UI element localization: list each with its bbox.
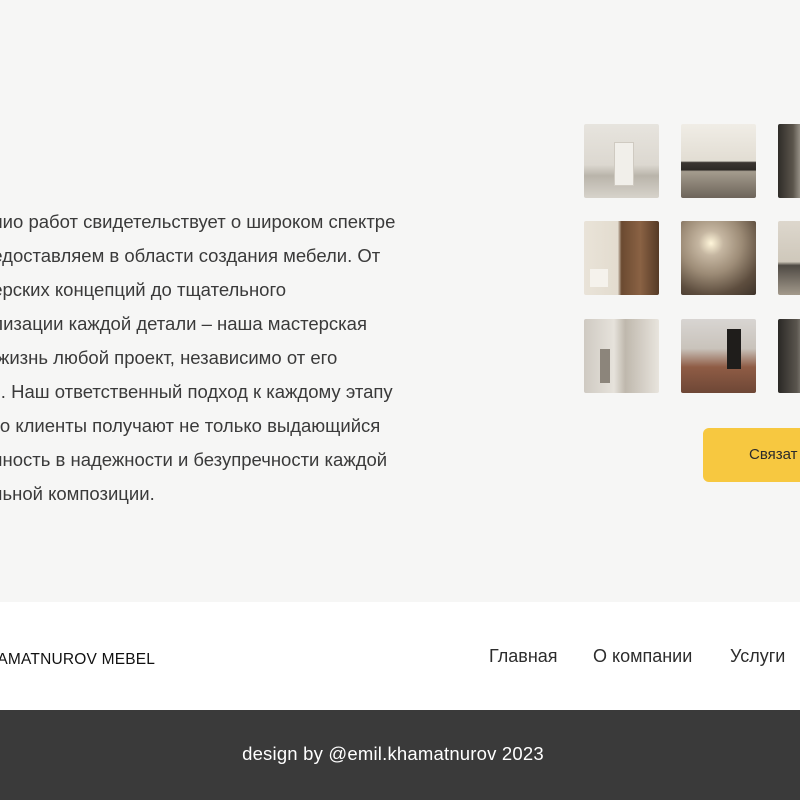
description-line: ти. Наш ответственный подход к каждому э… <box>0 381 393 402</box>
gallery-thumbnail-4[interactable] <box>584 221 659 295</box>
gallery-thumbnail-1[interactable] <box>584 124 659 198</box>
page: олио работ свидетельствует о широком спе… <box>0 0 800 800</box>
gallery-thumbnail-3[interactable] <box>778 124 800 198</box>
gallery-thumbnail-7[interactable] <box>584 319 659 393</box>
gallery-thumbnail-5[interactable] <box>681 221 756 295</box>
contact-button[interactable]: Связат <box>703 428 800 482</box>
nav-link-services[interactable]: Услуги <box>730 646 785 667</box>
portfolio-section: олио работ свидетельствует о широком спе… <box>0 0 800 602</box>
description-line: ельной композиции. <box>0 483 155 504</box>
gallery-thumbnail-8[interactable] <box>681 319 756 393</box>
description-line: ализации каждой детали – наша мастерская <box>0 313 367 334</box>
gallery-thumbnail-2[interactable] <box>681 124 756 198</box>
nav-link-about[interactable]: О компании <box>593 646 692 667</box>
description-line: олио работ свидетельствует о широком спе… <box>0 211 396 232</box>
gallery-thumbnail-6[interactable] <box>778 221 800 295</box>
gallery-thumbnail-9[interactable] <box>778 319 800 393</box>
portfolio-description: олио работ свидетельствует о широком спе… <box>0 205 502 511</box>
footer-credit: design by @emil.khamatnurov 2023 <box>242 743 544 764</box>
description-line: что клиенты получают не только выдающийс… <box>0 415 381 436</box>
site-logo[interactable]: HAMATNUROV MEBEL <box>0 651 155 669</box>
nav-link-home[interactable]: Главная <box>489 646 558 667</box>
description-line: нерских концепций до тщательного <box>0 279 287 300</box>
description-line: енность в надежности и безупречности каж… <box>0 449 388 470</box>
description-line: в жизнь любой проект, независимо от его <box>0 347 338 368</box>
description-line: редоставляем в области создания мебели. … <box>0 245 381 266</box>
